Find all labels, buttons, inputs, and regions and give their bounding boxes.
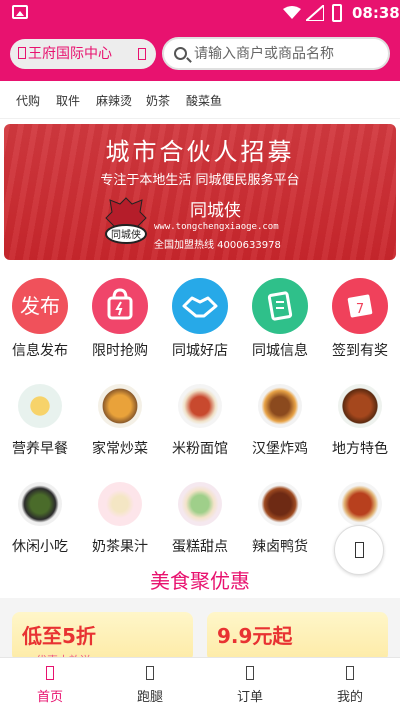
service-good-shops[interactable]: 同城好店: [165, 278, 235, 360]
status-bar: 08:38: [0, 0, 400, 27]
service-label: 限时抢购: [92, 343, 148, 359]
category-noodles[interactable]: 米粉面馆: [165, 384, 235, 458]
promo-card[interactable]: 低至5折 优惠大放送: [12, 612, 193, 662]
category-burger[interactable]: 汉堡炸鸡: [245, 384, 315, 458]
braised-duck-icon: [258, 482, 302, 526]
category-label: 家常炒菜: [92, 441, 148, 457]
service-label: 同城好店: [172, 343, 228, 359]
promo-area: 低至5折 优惠大放送 9.9元起: [0, 598, 400, 662]
search-icon: [174, 47, 187, 60]
hot-tag[interactable]: 奶茶: [146, 92, 170, 109]
shopping-bag-icon: [92, 278, 148, 334]
category-label: 辣卤鸭货: [252, 539, 308, 555]
chevron-down-icon: [138, 48, 146, 60]
local-dish-icon: [338, 384, 382, 428]
search-placeholder: 请输入商户或商品名称: [194, 46, 334, 62]
nav-home[interactable]: 首页: [0, 658, 100, 711]
category-label: 地方特色: [332, 441, 388, 457]
category-more[interactable]: [325, 482, 395, 526]
svg-text:7: 7: [356, 302, 364, 317]
category-label: 休闲小吃: [12, 539, 68, 555]
promo-title: 低至5折: [22, 624, 96, 648]
service-check-in[interactable]: 7 签到有奖: [325, 278, 395, 360]
battery-icon: [332, 4, 342, 22]
category-label: 营养早餐: [12, 441, 68, 457]
hot-tag[interactable]: 取件: [56, 92, 80, 109]
order-icon: [246, 666, 254, 680]
category-stir-fry[interactable]: 家常炒菜: [85, 384, 155, 458]
category-snack[interactable]: 休闲小吃: [5, 482, 75, 556]
image-icon: [12, 5, 28, 19]
info-icon: [252, 278, 308, 334]
hot-tag[interactable]: 代购: [16, 92, 40, 109]
location-selector[interactable]: 王府国际中心: [10, 39, 156, 69]
noodles-icon: [178, 384, 222, 428]
service-publish[interactable]: 发布 信息发布: [5, 278, 75, 360]
svg-text:发布: 发布: [20, 294, 60, 318]
errand-icon: [146, 666, 154, 680]
home-icon: [46, 666, 54, 680]
milk-tea-icon: [98, 482, 142, 526]
brand-logo-icon: 同城侠: [105, 197, 147, 244]
handshake-icon: [172, 278, 228, 334]
category-braised-duck[interactable]: 辣卤鸭货: [245, 482, 315, 556]
clock: 08:38: [352, 4, 400, 22]
banner-brand: 同城侠: [190, 201, 241, 221]
service-label: 签到有奖: [332, 343, 388, 359]
promo-title: 9.9元起: [217, 624, 293, 648]
category-label: 米粉面馆: [172, 441, 228, 457]
location-label: 王府国际中心: [28, 46, 112, 62]
more-food-icon: [338, 482, 382, 526]
banner-subtitle: 专注于本地生活 同城便民服务平台: [100, 173, 300, 188]
wifi-icon: [283, 6, 301, 19]
nav-label: 跑腿: [136, 690, 163, 705]
category-label: 奶茶果汁: [92, 539, 148, 555]
service-city-info[interactable]: 同城信息: [245, 278, 315, 360]
hot-tag[interactable]: 麻辣烫: [96, 92, 132, 109]
section-title: 美食聚优惠: [150, 569, 250, 593]
calendar-icon: 7: [332, 278, 388, 334]
hot-tags: 代购 取件 麻辣烫 奶茶 酸菜鱼: [0, 81, 400, 119]
category-cake[interactable]: 蛋糕甜点: [165, 482, 235, 556]
category-breakfast[interactable]: 营养早餐: [5, 384, 75, 458]
nav-label: 我的: [336, 690, 363, 705]
nav-profile[interactable]: 我的: [300, 658, 400, 711]
category-milk-tea[interactable]: 奶茶果汁: [85, 482, 155, 556]
nav-errand[interactable]: 跑腿: [100, 658, 200, 711]
snack-icon: [18, 482, 62, 526]
profile-icon: [346, 666, 354, 680]
bottom-nav: 首页 跑腿 订单 我的: [0, 657, 400, 711]
hot-tag[interactable]: 酸菜鱼: [186, 92, 222, 109]
service-flash-sale[interactable]: 限时抢购: [85, 278, 155, 360]
category-label: 汉堡炸鸡: [252, 441, 308, 457]
banner-hotline: 全国加盟热线 4000633978: [154, 240, 281, 251]
category-label: 蛋糕甜点: [172, 539, 228, 555]
floating-icon: [355, 542, 364, 558]
cake-icon: [178, 482, 222, 526]
burger-icon: [258, 384, 302, 428]
service-label: 信息发布: [12, 343, 68, 359]
stir-fry-icon: [98, 384, 142, 428]
service-label: 同城信息: [252, 343, 308, 359]
signal-icon: [306, 5, 324, 21]
banner-url: www.tongchengxiaoge.com: [154, 222, 279, 232]
nav-label: 订单: [236, 690, 263, 705]
banner-title: 城市合伙人招募: [105, 138, 295, 166]
partner-banner[interactable]: 城市合伙人招募 专注于本地生活 同城便民服务平台 同城侠 同城侠 www.ton…: [4, 124, 396, 260]
search-input[interactable]: 请输入商户或商品名称: [162, 37, 390, 70]
location-icon: [18, 47, 26, 59]
nav-label: 首页: [36, 690, 63, 705]
svg-text:同城侠: 同城侠: [111, 228, 141, 241]
breakfast-icon: [18, 384, 62, 428]
category-local[interactable]: 地方特色: [325, 384, 395, 458]
app-header: 王府国际中心 请输入商户或商品名称: [0, 27, 400, 81]
nav-orders[interactable]: 订单: [200, 658, 300, 711]
publish-icon: 发布: [12, 278, 68, 334]
promo-card[interactable]: 9.9元起: [207, 612, 388, 662]
